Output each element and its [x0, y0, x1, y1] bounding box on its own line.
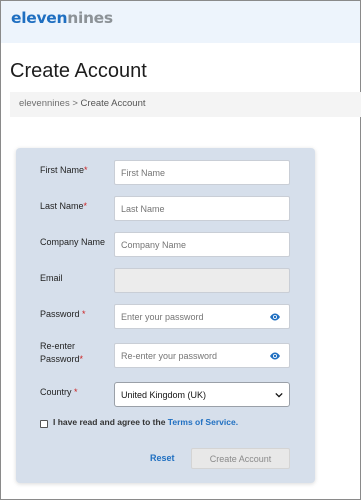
first-name-label: First Name* — [40, 165, 88, 175]
password-label: Password * — [40, 309, 86, 319]
logo-part-eleven: eleven — [11, 9, 68, 27]
company-name-label: Company Name — [40, 237, 106, 247]
top-header: elevennines — [1, 1, 360, 43]
first-name-input[interactable]: First Name — [114, 160, 290, 185]
page-title: Create Account — [10, 60, 147, 82]
email-label: Email — [40, 273, 63, 283]
required-mark: * — [82, 309, 86, 319]
logo-part-nines: nines — [67, 9, 113, 27]
chevron-down-icon — [275, 392, 283, 398]
terms-of-service-link[interactable]: Terms of Service — [168, 417, 236, 427]
required-mark: * — [84, 165, 88, 175]
required-mark: * — [79, 354, 84, 364]
eye-icon[interactable] — [269, 312, 281, 322]
reenter-password-input[interactable]: Re-enter your password — [114, 343, 290, 368]
breadcrumb-home[interactable]: elevennines — [19, 98, 70, 109]
country-label: Country * — [40, 387, 78, 397]
country-selected-value: United Kingdom (UK) — [121, 389, 207, 400]
terms-text: I have read and agree to the Terms of Se… — [53, 417, 239, 427]
required-mark: * — [74, 387, 78, 397]
create-account-form: First Name* First Name Last Name* Last N… — [16, 148, 315, 483]
terms-checkbox[interactable] — [40, 420, 48, 428]
breadcrumb-current: Create Account — [80, 98, 146, 109]
country-select[interactable]: United Kingdom (UK) — [114, 382, 290, 407]
reset-button[interactable]: Reset — [150, 453, 175, 463]
eye-icon[interactable] — [269, 351, 281, 361]
last-name-input[interactable]: Last Name — [114, 196, 290, 221]
password-input[interactable]: Enter your password — [114, 304, 290, 329]
logo[interactable]: elevennines — [11, 9, 113, 27]
company-name-input[interactable]: Company Name — [114, 232, 290, 257]
breadcrumb-separator: > — [69, 98, 81, 109]
email-input[interactable] — [114, 268, 290, 293]
reenter-password-placeholder: Re-enter your password — [121, 350, 218, 361]
last-name-label: Last Name* — [40, 201, 88, 211]
required-mark: * — [83, 201, 88, 211]
breadcrumb: elevennines > Create Account — [10, 92, 361, 117]
password-placeholder: Enter your password — [121, 311, 204, 322]
create-account-button[interactable]: Create Account — [191, 448, 290, 469]
reenter-password-label: Re-enter Password* — [40, 341, 84, 364]
